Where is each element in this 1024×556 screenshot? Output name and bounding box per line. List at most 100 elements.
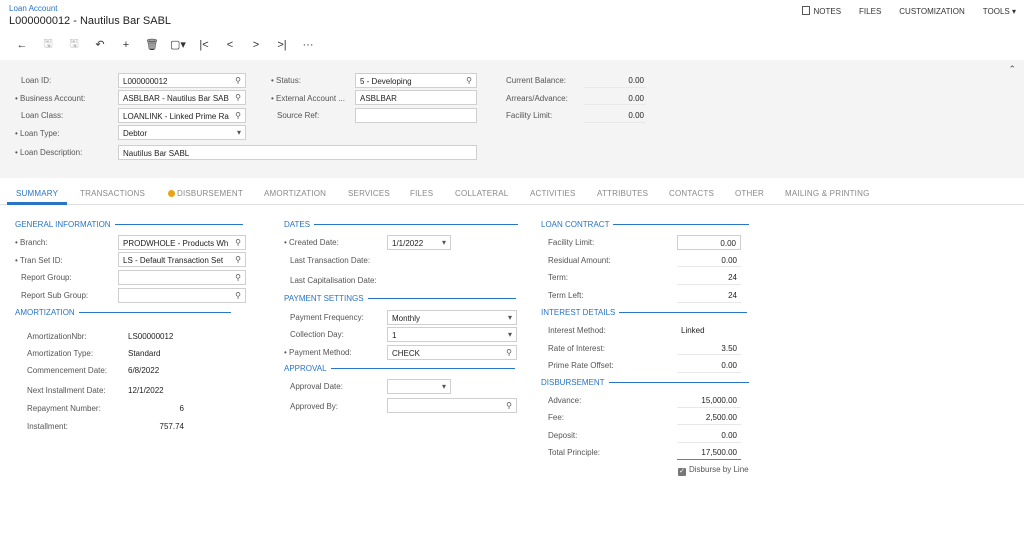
collection-day-select[interactable]: 1 ▾	[387, 327, 517, 342]
rate-of-interest-label: Rate of Interest:	[548, 344, 605, 353]
tab-mailing-printing[interactable]: MAILING & PRINTING	[785, 189, 870, 198]
collapse-icon[interactable]: ⌃	[1008, 64, 1016, 75]
dates-header: DATES	[284, 220, 519, 229]
search-icon[interactable]: ⚲	[235, 255, 241, 264]
approval-date-field[interactable]: ▾	[387, 379, 451, 394]
external-account-field[interactable]: ASBLBAR	[355, 90, 477, 105]
tools-menu[interactable]: TOOLS ▾	[983, 7, 1016, 16]
tab-files[interactable]: FILES	[410, 189, 433, 198]
delete-icon[interactable]: 🗑	[139, 38, 165, 51]
report-group-field[interactable]: ⚲	[118, 270, 246, 285]
page-title: L000000012 - Nautilus Bar SABL	[9, 15, 172, 27]
section-rule	[613, 224, 750, 225]
tab-disbursement[interactable]: DISBURSEMENT	[168, 189, 243, 198]
created-date-label: Created Date:	[284, 238, 339, 247]
search-icon[interactable]: ⚲	[235, 93, 241, 102]
tab-collateral[interactable]: COLLATERAL	[455, 189, 508, 198]
tab-activities[interactable]: ACTIVITIES	[530, 189, 576, 198]
amortization-nbr-label: AmortizationNbr:	[27, 332, 87, 341]
loan-description-field[interactable]: Nautilus Bar SABL	[118, 145, 477, 160]
external-account-label: External Account ...	[271, 94, 345, 103]
section-rule	[114, 224, 243, 225]
search-icon[interactable]: ⚲	[235, 273, 241, 282]
search-icon[interactable]: ⚲	[235, 238, 241, 247]
loan-class-field[interactable]: LOANLINK - Linked Prime Ra ⚲	[118, 108, 246, 123]
note-icon	[802, 6, 811, 15]
payment-frequency-select[interactable]: Monthly ▾	[387, 310, 517, 325]
breadcrumb[interactable]: Loan Account	[9, 4, 57, 13]
search-icon[interactable]: ⚲	[466, 76, 472, 85]
business-account-field[interactable]: ASBLBAR - Nautilus Bar SAB ⚲	[118, 90, 246, 105]
loan-type-select[interactable]: Debtor ▾	[118, 125, 246, 140]
save-icon[interactable]: 🖫	[35, 35, 61, 54]
approved-by-field[interactable]: ⚲	[387, 398, 517, 413]
tab-amortization[interactable]: AMORTIZATION	[264, 189, 326, 198]
status-value: 5 - Developing	[360, 77, 412, 86]
report-sub-group-field[interactable]: ⚲	[118, 288, 246, 303]
prev-record-icon[interactable]: <	[217, 39, 243, 51]
last-record-icon[interactable]: >|	[269, 39, 295, 51]
caret-down-icon: ▾	[1011, 6, 1016, 16]
source-ref-field[interactable]	[355, 108, 477, 123]
search-icon[interactable]: ⚲	[235, 111, 241, 120]
interest-method-label: Interest Method:	[548, 326, 606, 335]
facility-limit-top-value: 0.00	[628, 111, 644, 120]
commencement-date-value: 6/8/2022	[128, 366, 160, 375]
notes-link[interactable]: NOTES	[802, 6, 841, 16]
copy-paste-icon[interactable]: ▢▾	[165, 38, 191, 51]
tab-attributes[interactable]: ATTRIBUTES	[597, 189, 648, 198]
caret-down-icon[interactable]: ▾	[442, 382, 446, 391]
report-sub-group-label: Report Sub Group:	[21, 291, 89, 300]
loan-id-field[interactable]: L000000012 ⚲	[118, 73, 246, 88]
customization-link[interactable]: CUSTOMIZATION	[899, 7, 964, 16]
next-record-icon[interactable]: >	[243, 39, 269, 51]
term-left-label: Term Left:	[548, 291, 584, 300]
search-icon[interactable]: ⚲	[235, 291, 241, 300]
next-installment-label: Next Installment Date:	[27, 386, 106, 395]
tab-transactions[interactable]: TRANSACTIONS	[80, 189, 145, 198]
files-link[interactable]: FILES	[859, 7, 881, 16]
fee-value: 2,500.00	[705, 413, 737, 422]
disburse-by-line-checkbox[interactable]: ✓ Disburse by Line	[678, 465, 749, 476]
add-icon[interactable]: +	[113, 39, 139, 51]
checkbox-checked-icon[interactable]: ✓	[678, 468, 686, 476]
dates-title: DATES	[284, 220, 311, 229]
back-icon[interactable]: ←	[9, 39, 35, 51]
interest-method-value: Linked	[681, 326, 705, 335]
status-field[interactable]: 5 - Developing ⚲	[355, 73, 477, 88]
created-date-field[interactable]: 1/1/2022 ▾	[387, 235, 451, 250]
search-icon[interactable]: ⚲	[506, 401, 512, 410]
section-rule	[367, 298, 516, 299]
general-info-title: GENERAL INFORMATION	[15, 220, 111, 229]
report-group-label: Report Group:	[21, 273, 72, 282]
save-close-icon[interactable]: 🖫	[61, 35, 87, 54]
more-icon[interactable]: ···	[295, 39, 321, 51]
facility-limit-field[interactable]: 0.00	[677, 235, 741, 250]
disbursement-title: DISBURSEMENT	[541, 378, 605, 387]
facility-limit-value: 0.00	[720, 239, 736, 248]
installment-value: 757.74	[159, 422, 184, 431]
tab-bar	[0, 183, 1024, 205]
undo-icon[interactable]: ↶	[87, 38, 113, 51]
current-balance-value: 0.00	[628, 76, 644, 85]
tab-summary[interactable]: SUMMARY	[16, 189, 58, 198]
tab-other[interactable]: OTHER	[735, 189, 764, 198]
tab-services[interactable]: SERVICES	[348, 189, 390, 198]
payment-method-label: Payment Method:	[284, 348, 352, 357]
business-account-value: ASBLBAR - Nautilus Bar SAB	[123, 94, 229, 103]
commencement-date-label: Commencement Date:	[27, 366, 108, 375]
first-record-icon[interactable]: |<	[191, 39, 217, 51]
payment-method-field[interactable]: CHECK ⚲	[387, 345, 517, 360]
loan-description-label: Loan Description:	[15, 148, 82, 157]
loan-type-value: Debtor	[123, 129, 148, 138]
caret-down-icon[interactable]: ▾	[442, 238, 446, 247]
tab-contacts[interactable]: CONTACTS	[669, 189, 714, 198]
prime-rate-offset-value: 0.00	[721, 361, 737, 370]
tran-set-field[interactable]: LS - Default Transaction Set ⚲	[118, 252, 246, 267]
deposit-value: 0.00	[721, 431, 737, 440]
branch-field[interactable]: PRODWHOLE - Products Wh ⚲	[118, 235, 246, 250]
search-icon[interactable]: ⚲	[235, 76, 241, 85]
status-label: Status:	[271, 76, 301, 85]
search-icon[interactable]: ⚲	[506, 348, 512, 357]
advance-label: Advance:	[548, 396, 582, 405]
